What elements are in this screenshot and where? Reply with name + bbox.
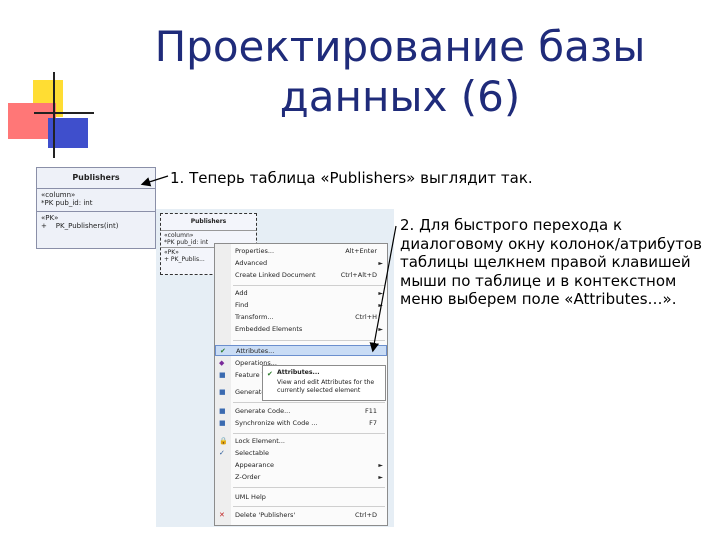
arrow-to-uml-class — [140, 175, 169, 187]
arrow-to-attributes-item — [369, 225, 397, 353]
annotation-arrows — [140, 175, 397, 353]
